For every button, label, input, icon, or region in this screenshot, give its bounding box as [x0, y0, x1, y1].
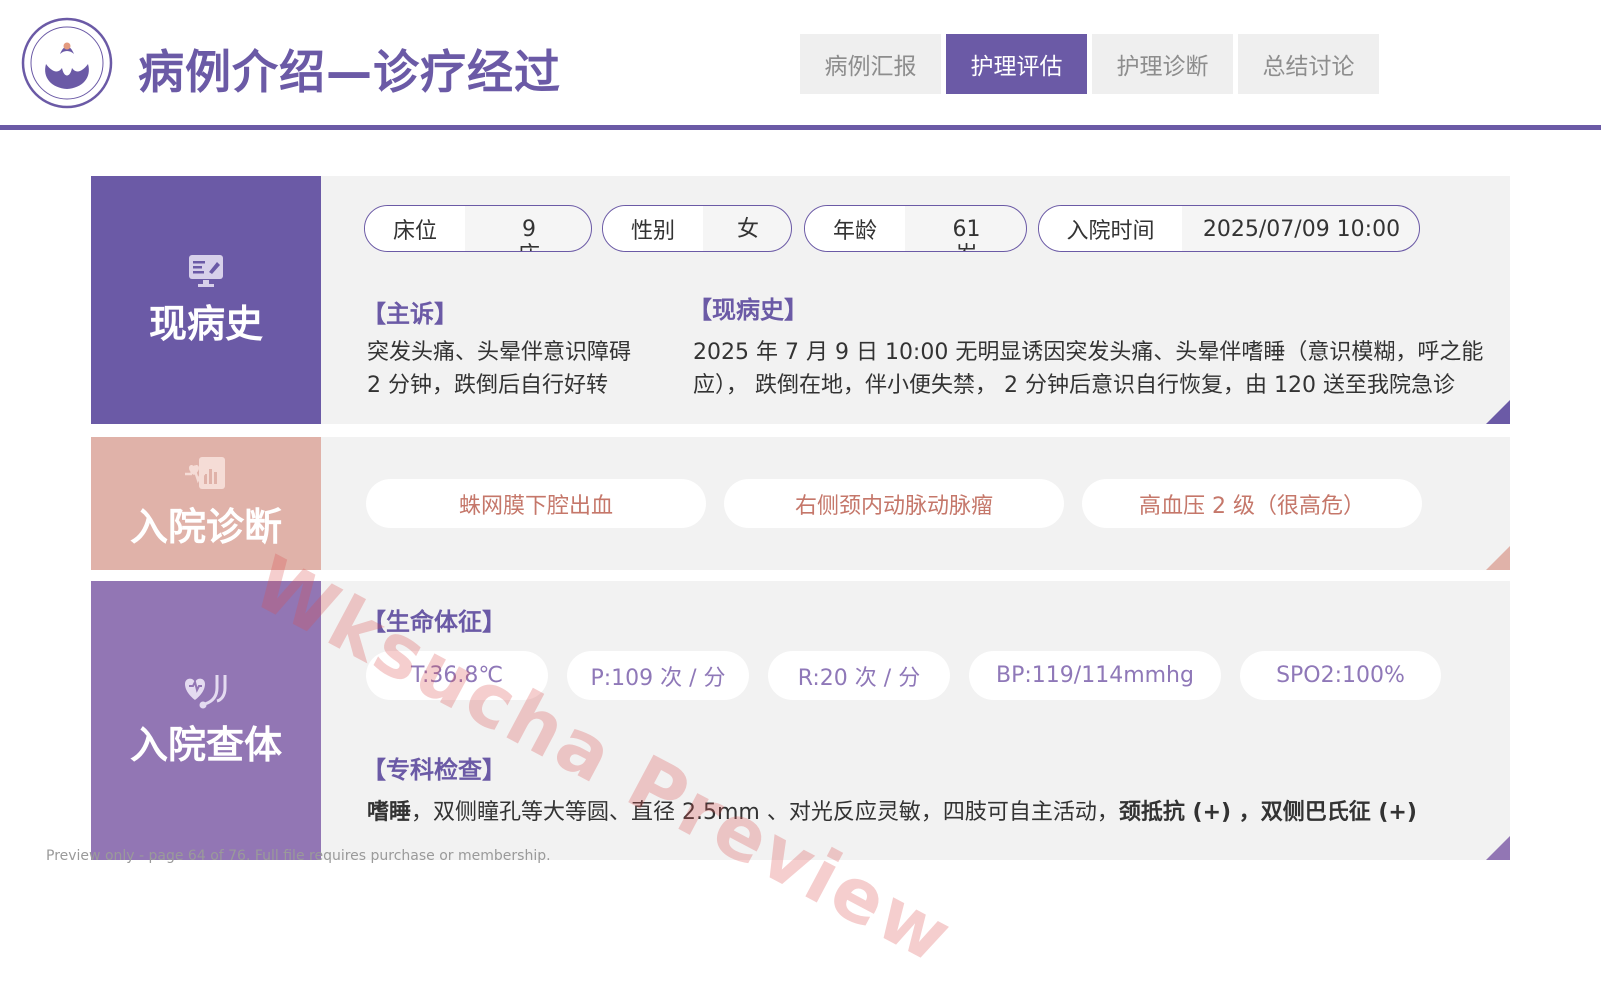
complaint-title: 【主诉】 — [362, 300, 458, 328]
history-label: 现病史 — [148, 301, 263, 346]
vital-respiration: R:20 次 / 分 — [768, 651, 950, 700]
tab-summary[interactable]: 总结讨论 — [1238, 34, 1379, 94]
info-pill-age: 年龄 61 岁 — [804, 205, 1027, 252]
tab-nursing-assessment[interactable]: 护理评估 — [946, 34, 1087, 94]
header-divider — [0, 125, 1601, 130]
diagnosis-item: 右侧颈内动脉动脉瘤 — [724, 479, 1064, 528]
info-pill-gender: 性别 女 — [602, 205, 792, 252]
tab-nursing-diagnosis[interactable]: 护理诊断 — [1092, 34, 1233, 94]
info-key: 床位 — [365, 206, 465, 251]
hospital-logo — [21, 17, 113, 109]
diagnosis-item: 蛛网膜下腔出血 — [366, 479, 706, 528]
info-key: 年龄 — [805, 206, 905, 251]
info-pill-admission-time: 入院时间 2025/07/09 10:00 — [1038, 205, 1420, 252]
info-value: 2025/07/09 10:00 — [1202, 217, 1401, 242]
special-exam-bold-1: 嗜睡 — [367, 800, 412, 825]
page-title: 病例介绍—诊疗经过 — [138, 45, 561, 99]
vital-spo2: SPO2:100% — [1240, 651, 1441, 700]
special-exam-text: 嗜睡，双侧瞳孔等大等圆、直径 2.5mm 、对光反应灵敏，四肢可自主活动，颈抵抗… — [367, 796, 1417, 829]
history-corner — [1486, 400, 1510, 424]
special-exam-bold-2: 颈抵抗 (+) ，双侧巴氏征 (+) — [1118, 800, 1417, 825]
info-value: 61 岁 — [952, 217, 981, 251]
info-value: 女 — [736, 217, 759, 242]
exam-corner — [1486, 836, 1510, 860]
info-key: 性别 — [603, 206, 703, 251]
monitor-icon — [189, 254, 223, 287]
present-history-title: 【现病史】 — [688, 296, 808, 324]
info-key: 入院时间 — [1039, 206, 1182, 251]
diagnosis-item: 高血压 2 级（很高危） — [1082, 479, 1422, 528]
complaint-text: 突发头痛、头晕伴意识障碍 2 分钟，跌倒后自行好转 — [367, 340, 632, 398]
diagnosis-label: 入院诊断 — [129, 505, 282, 549]
history-label-block: 现病史 — [91, 176, 321, 424]
medical-chart-icon — [185, 457, 225, 489]
present-history-text: 2025 年 7 月 9 日 10:00 无明显诱因突发头痛、头晕伴嗜睡（意识模… — [693, 340, 1484, 398]
vital-blood-pressure: BP:119/114mmhg — [969, 651, 1221, 700]
exam-label: 入院查体 — [129, 723, 282, 767]
stethoscope-heart-icon — [185, 675, 227, 709]
vital-pulse: P:109 次 / 分 — [567, 651, 749, 700]
special-exam-title: 【专科检查】 — [362, 756, 506, 784]
info-pill-bed: 床位 9 床 — [364, 205, 592, 252]
preview-footer: Preview only - page 64 of 76. Full file … — [46, 848, 551, 864]
info-value: 9 床 — [518, 217, 540, 251]
tab-case-report[interactable]: 病例汇报 — [800, 34, 941, 94]
diagnosis-corner — [1486, 546, 1510, 570]
